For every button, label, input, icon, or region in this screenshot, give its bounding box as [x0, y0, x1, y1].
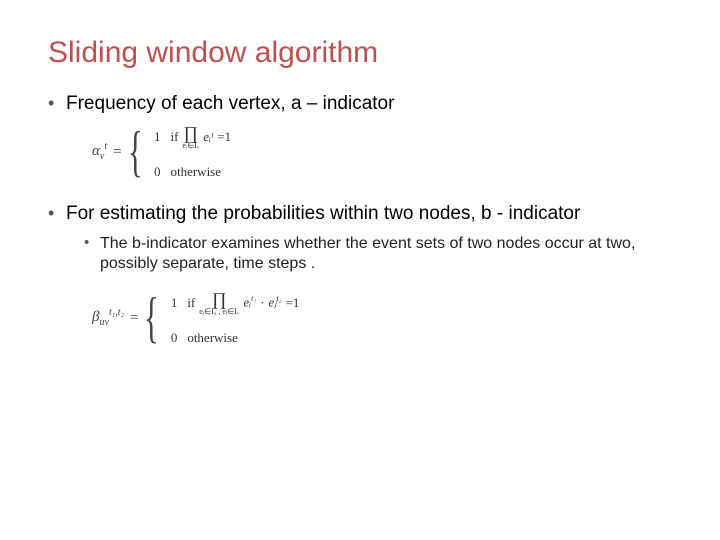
alpha-symbol: α [92, 143, 100, 159]
beta-term2-base: eⱼ [269, 295, 277, 310]
beta-brace: { [144, 293, 159, 343]
alpha-case-1: 1 if ∏ eᵢ∈Iᵥ eᵢᵗ =1 [146, 124, 231, 150]
beta-eq: = [130, 309, 138, 328]
beta-term1: eᵢt₁ [243, 294, 256, 311]
alpha-case-0: 0 otherwise [146, 164, 231, 180]
beta-sup: t₁,t₂ [109, 307, 124, 318]
slide: Sliding window algorithm Frequency of ea… [0, 0, 720, 388]
beta-case0-val: 0 [163, 330, 177, 346]
alpha-case0-val: 0 [146, 164, 160, 180]
bullet-2-sub-text: The b-indicator examines whether the eve… [100, 235, 635, 272]
alpha-otherwise: otherwise [170, 164, 221, 180]
beta-term1-base: eᵢ [243, 295, 251, 310]
beta-case1-val: 1 [163, 295, 177, 311]
alpha-eq: = [113, 143, 121, 162]
alpha-prod-sub: eᵢ∈Iᵥ [182, 142, 199, 150]
formula-beta: βuvt₁,t₂ = { 1 if ∏ eᵢ∈Iᵤ , eⱼ∈Iᵥ eᵢt₁ [92, 290, 672, 346]
alpha-cases: 1 if ∏ eᵢ∈Iᵥ eᵢᵗ =1 0 ot [146, 124, 231, 180]
beta-term2-sup: t₂ [277, 294, 282, 303]
alpha-eq1: =1 [217, 129, 231, 145]
formula-alpha: αvt = { 1 if ∏ eᵢ∈Iᵥ eᵢᵗ = [92, 124, 672, 180]
sub-bullet-list: The b-indicator examines whether the eve… [66, 234, 672, 274]
beta-dot: · [260, 295, 264, 311]
alpha-if: if [170, 129, 178, 145]
beta-term2: eⱼt₂ [269, 294, 282, 311]
beta-case-1: 1 if ∏ eᵢ∈Iᵤ , eⱼ∈Iᵥ eᵢt₁ · eⱼt₂ =1 [163, 290, 299, 316]
formula-alpha-lhs: αvt [92, 141, 107, 164]
alpha-case1-val: 1 [146, 129, 160, 145]
bullet-2: For estimating the probabilities within … [48, 202, 672, 346]
beta-prod-sub: eᵢ∈Iᵤ , eⱼ∈Iᵥ [199, 308, 239, 316]
formula-beta-lhs: βuvt₁,t₂ [92, 307, 124, 330]
product-icon: ∏ eᵢ∈Iᵥ [182, 124, 199, 150]
alpha-case1-cond: if ∏ eᵢ∈Iᵥ eᵢᵗ =1 [170, 124, 231, 150]
bullet-1-text: Frequency of each vertex, a – indicator [66, 93, 394, 114]
beta-case-0: 0 otherwise [163, 330, 299, 346]
alpha-brace: { [128, 127, 143, 177]
bullet-2-text: For estimating the probabilities within … [66, 203, 580, 224]
bullet-1: Frequency of each vertex, a – indicator … [48, 92, 672, 180]
beta-cases: 1 if ∏ eᵢ∈Iᵤ , eⱼ∈Iᵥ eᵢt₁ · eⱼt₂ =1 [163, 290, 299, 346]
bullet-list: Frequency of each vertex, a – indicator … [48, 92, 672, 346]
beta-case1-cond: if ∏ eᵢ∈Iᵤ , eⱼ∈Iᵥ eᵢt₁ · eⱼt₂ =1 [187, 290, 299, 316]
alpha-sub: v [100, 151, 104, 162]
beta-sub: uv [99, 317, 108, 328]
product-icon: ∏ eᵢ∈Iᵤ , eⱼ∈Iᵥ [199, 290, 239, 316]
slide-title: Sliding window algorithm [48, 36, 672, 70]
bullet-2-sub: The b-indicator examines whether the eve… [84, 234, 672, 274]
alpha-term: eᵢᵗ [203, 129, 213, 145]
beta-term1-sup: t₁ [251, 294, 256, 303]
beta-otherwise: otherwise [187, 330, 238, 346]
beta-if: if [187, 295, 195, 311]
beta-eq1: =1 [286, 295, 300, 311]
alpha-sup: t [104, 141, 107, 152]
